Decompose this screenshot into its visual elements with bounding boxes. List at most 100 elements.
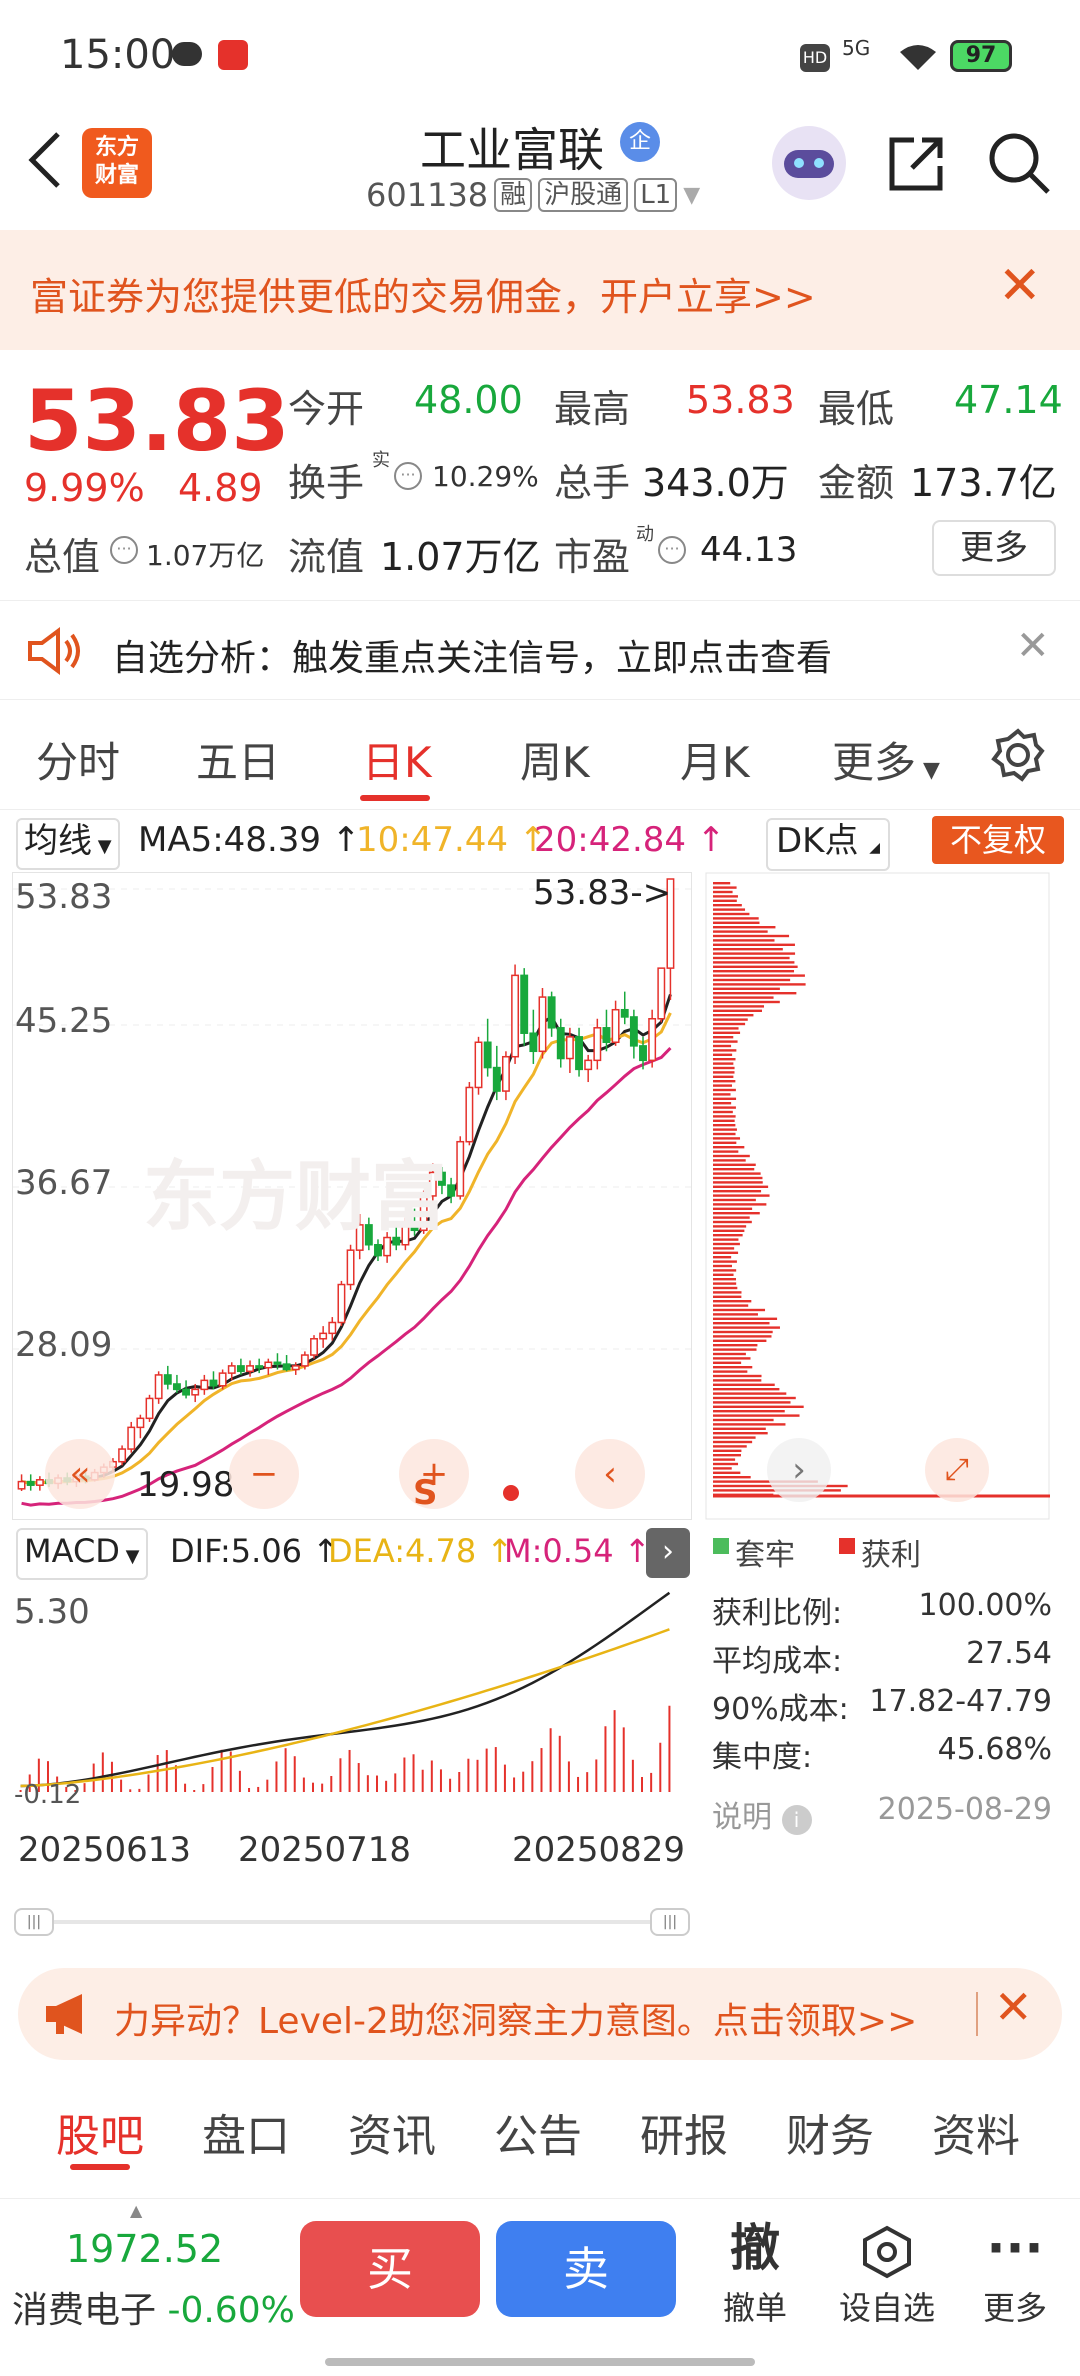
rewind-button[interactable]: «: [45, 1439, 115, 1509]
search-icon[interactable]: [986, 130, 1052, 196]
dk-point-button[interactable]: DK点 ◢: [766, 818, 891, 871]
stock-name: 工业富联: [420, 123, 604, 177]
tab-finance[interactable]: 财务: [786, 2100, 874, 2164]
close-alert-icon[interactable]: ✕: [1016, 623, 1050, 669]
candle: [529, 1009, 538, 1064]
pe-info-icon[interactable]: ···: [658, 536, 686, 564]
turnover-sup: 实: [372, 450, 390, 471]
tab-monthly-k[interactable]: 月K: [680, 729, 750, 790]
mktcap-info-icon[interactable]: ···: [110, 536, 138, 564]
candle: [319, 1326, 328, 1348]
cancel-order-button[interactable]: 撤 撤单: [700, 2213, 810, 2329]
tab-profile[interactable]: 资料: [932, 2100, 1020, 2164]
kline-chart[interactable]: 东方财富 53.83 45.25 36.67 28.09 53.83-> 19.…: [12, 872, 693, 1520]
candle: [593, 1018, 602, 1070]
scroll-handle-left[interactable]: |||: [14, 1908, 54, 1936]
ma-selector[interactable]: 均线 ▼: [16, 818, 120, 870]
candle: [556, 1018, 565, 1068]
candle: [17, 1474, 26, 1491]
chip-bar: [713, 1260, 737, 1263]
chip-bar: [713, 939, 775, 942]
add-watchlist-button[interactable]: 设自选: [832, 2213, 942, 2329]
macd-chart[interactable]: 5.30 -0.12: [12, 1584, 692, 1820]
sector-index-value[interactable]: 1972.52: [66, 2227, 223, 2271]
chip-bar: [713, 1036, 734, 1039]
home-indicator[interactable]: [325, 2358, 755, 2366]
chip-bar: [713, 1322, 770, 1325]
tab-daily-k[interactable]: 日K: [362, 729, 432, 790]
tab-timeshare[interactable]: 分时: [36, 729, 120, 790]
tab-news[interactable]: 资讯: [348, 2100, 436, 2164]
level2-banner[interactable]: 力异动？Level-2助您洞察主力意图。点击领取>> ✕: [18, 1968, 1062, 2060]
promo-text[interactable]: 富证券为您提供更低的交易佣金，开户立享>>: [30, 266, 816, 321]
open-label: 今开: [288, 387, 365, 431]
gear-icon[interactable]: [990, 727, 1046, 783]
expand-icon[interactable]: ⤢: [925, 1438, 989, 1502]
robot-assistant-icon[interactable]: [772, 126, 846, 200]
app-logo: 东方 财富: [82, 128, 152, 198]
promo-banner[interactable]: 富证券为您提供更低的交易佣金，开户立享>> ✕: [0, 230, 1080, 350]
prev-button[interactable]: ‹: [575, 1439, 645, 1509]
tab-more[interactable]: 更多 ▼: [832, 729, 940, 790]
level2-text[interactable]: 力异动？Level-2助您洞察主力意图。点击领取>>: [114, 1992, 974, 2044]
tab-five-day[interactable]: 五日: [196, 729, 280, 790]
more-menu-button[interactable]: ··· 更多: [960, 2213, 1070, 2329]
chip-bar: [713, 1269, 737, 1272]
caret-up-icon: ▲: [130, 2201, 143, 2220]
range-scrollbar[interactable]: ||| |||: [14, 1908, 690, 1936]
share-icon[interactable]: [884, 132, 948, 196]
chip-bar: [713, 1207, 753, 1210]
buy-button[interactable]: 买: [300, 2221, 480, 2317]
candle: [118, 1445, 127, 1466]
scroll-handle-right[interactable]: |||: [650, 1908, 690, 1936]
chip-bar: [713, 1080, 736, 1083]
info-tabs: 股吧 盘口 资讯 公告 研报 财务 资料: [0, 2080, 1080, 2180]
caret-down-icon: ▼: [92, 836, 112, 857]
chip-next-button[interactable]: ›: [767, 1438, 831, 1502]
chip-bar: [713, 1379, 762, 1382]
quote-panel: 53.83 9.99% 4.89 今开 48.00 最高 53.83 最低 47…: [0, 350, 1080, 590]
concentration-value: 45.68%: [937, 1732, 1052, 1767]
tab-announcements[interactable]: 公告: [494, 2100, 582, 2164]
chip-bar: [713, 1031, 741, 1034]
macd-selector[interactable]: MACD ▼: [16, 1528, 148, 1580]
chip-bar: [713, 1159, 746, 1162]
chip-bar: [713, 1229, 745, 1232]
info-icon[interactable]: ···: [394, 462, 422, 490]
mktcap-label: 总值: [24, 535, 101, 579]
battery-level: 97: [965, 43, 997, 68]
candle: [136, 1414, 145, 1439]
candle: [575, 1027, 583, 1077]
more-quote-button[interactable]: 更多: [932, 520, 1056, 576]
tab-orderbook[interactable]: 盘口: [202, 2100, 290, 2164]
note-row[interactable]: 说明 i 2025-08-29: [712, 1792, 1052, 1836]
high-value: 53.83: [686, 378, 795, 422]
zoom-out-button[interactable]: −: [229, 1439, 299, 1509]
back-icon[interactable]: [24, 130, 64, 190]
min-price-label: 19.98: [137, 1465, 235, 1505]
tab-research[interactable]: 研报: [640, 2100, 728, 2164]
chip-bar: [713, 1251, 739, 1254]
sector-index[interactable]: 消费电子 -0.60%: [12, 2281, 295, 2333]
chip-bar: [713, 1062, 734, 1065]
tab-forum[interactable]: 股吧: [56, 2100, 144, 2164]
chip-bar: [713, 1242, 740, 1246]
chip-bar: [713, 1427, 766, 1430]
chip-bar: [713, 930, 768, 933]
restore-right-button[interactable]: 不复权: [932, 816, 1064, 864]
status-time: 15:00: [60, 32, 176, 78]
chip-bar: [713, 1194, 770, 1197]
close-icon[interactable]: ✕: [998, 256, 1042, 316]
stock-code-row[interactable]: 601138 融 沪股通 L1 ▼: [366, 176, 700, 214]
chip-bar: [713, 1220, 752, 1224]
chip-bar: [713, 1150, 739, 1153]
sell-button[interactable]: 卖: [496, 2221, 676, 2317]
alert-bar[interactable]: 自选分析：触发重点关注信号，立即点击查看 ✕: [0, 600, 1080, 700]
alert-text[interactable]: 自选分析：触发重点关注信号，立即点击查看: [112, 629, 832, 681]
tab-weekly-k[interactable]: 周K: [520, 729, 590, 790]
chip-distribution[interactable]: › ⤢: [705, 872, 1050, 1520]
chip-bar: [713, 1022, 746, 1026]
macd-next-button[interactable]: ›: [646, 1528, 690, 1578]
close-level2-icon[interactable]: ✕: [994, 1980, 1033, 2034]
m-text: M:0.54: [504, 1532, 614, 1570]
